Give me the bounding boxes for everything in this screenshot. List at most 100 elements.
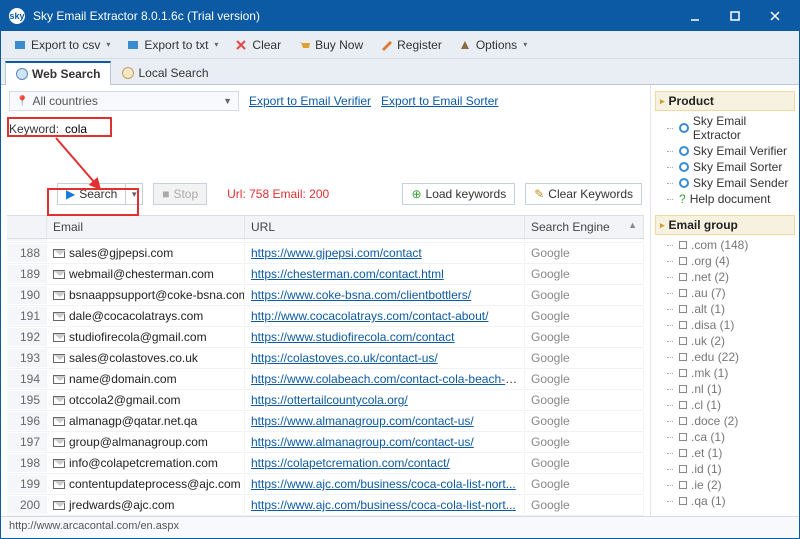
envelope-icon	[53, 333, 65, 342]
email-group-item[interactable]: .alt (1)	[655, 301, 795, 317]
email-group-item[interactable]: .doce (2)	[655, 413, 795, 429]
row-number: 198	[7, 454, 47, 472]
email-group-item[interactable]: .edu (22)	[655, 349, 795, 365]
cell-search-engine: Google	[525, 307, 644, 325]
envelope-icon	[53, 417, 65, 426]
minimize-button[interactable]	[675, 1, 715, 31]
table-row[interactable]: 188sales@gjpepsi.comhttps://www.gjpepsi.…	[7, 243, 644, 264]
email-group-item[interactable]: .mk (1)	[655, 365, 795, 381]
table-row[interactable]: 192studiofirecola@gmail.comhttps://www.s…	[7, 327, 644, 348]
product-item[interactable]: Sky Email Sorter	[655, 159, 795, 175]
export-to-verifier-link[interactable]: Export to Email Verifier	[249, 94, 371, 108]
result-url-link[interactable]: https://www.coke-bsna.com/clientbottlers…	[251, 288, 471, 302]
tab-web-search[interactable]: Web Search	[5, 61, 111, 85]
envelope-icon	[53, 459, 65, 468]
email-group-item[interactable]: .et (1)	[655, 445, 795, 461]
cell-email: almanagp@qatar.net.qa	[47, 412, 245, 430]
email-group-item[interactable]: .ca (1)	[655, 429, 795, 445]
result-url-link[interactable]: https://www.colabeach.com/contact-cola-b…	[251, 372, 518, 386]
result-url-link[interactable]: https://ottertailcountycola.org/	[251, 393, 408, 407]
export-to-sorter-link[interactable]: Export to Email Sorter	[381, 94, 498, 108]
email-group-item[interactable]: .qa (1)	[655, 493, 795, 509]
col-rownum[interactable]	[7, 216, 47, 238]
countries-dropdown[interactable]: 📍 All countries ▼	[9, 91, 239, 111]
tab-local-search[interactable]: Local Search	[111, 61, 219, 84]
result-url-link[interactable]: https://www.studiofirecola.com/contact	[251, 330, 454, 344]
grid-body[interactable]: 185customercare@bikeshare.iehttps://www.…	[7, 239, 644, 516]
clear-keywords-button[interactable]: ✎Clear Keywords	[525, 183, 642, 205]
search-dropdown-button[interactable]: ▼	[125, 183, 143, 205]
email-group-item[interactable]: .com (148)	[655, 237, 795, 253]
email-group-item[interactable]: .cl (1)	[655, 397, 795, 413]
col-url[interactable]: URL	[245, 216, 525, 238]
result-url-link[interactable]: https://colapetcremation.com/contact/	[251, 456, 450, 470]
clear-button[interactable]: Clear	[228, 36, 287, 54]
table-row[interactable]: 191dale@cocacolatrays.com http://www.coca…	[7, 306, 644, 327]
search-split-button: ▶Search ▼	[57, 183, 143, 205]
cell-email: dale@cocacolatrays.com	[47, 307, 245, 325]
product-item[interactable]: ?Help document	[655, 191, 795, 207]
product-item[interactable]: Sky Email Extractor	[655, 113, 795, 143]
product-section-title[interactable]: Product	[655, 91, 795, 111]
email-group-item[interactable]: .id (1)	[655, 461, 795, 477]
search-button[interactable]: ▶Search	[57, 183, 125, 205]
result-url-link[interactable]: https://www.gjpepsi.com/contact	[251, 246, 422, 260]
buy-now-button[interactable]: Buy Now	[291, 36, 369, 54]
table-row[interactable]: 197group@almanagroup.comhttps://www.alma…	[7, 432, 644, 453]
chevron-down-icon: ▼	[130, 190, 138, 199]
email-group-item[interactable]: .net (2)	[655, 269, 795, 285]
maximize-button[interactable]	[715, 1, 755, 31]
envelope-icon	[53, 438, 65, 447]
close-button[interactable]	[755, 1, 795, 31]
cell-search-engine: Google	[525, 349, 644, 367]
product-item[interactable]: Sky Email Sender	[655, 175, 795, 191]
globe-icon	[679, 178, 689, 188]
result-url-link[interactable]: http://www.cocacolatrays.com/contact-abo…	[251, 309, 488, 323]
table-row[interactable]: 195otccola2@gmail.comhttps://ottertailco…	[7, 390, 644, 411]
keyword-input[interactable]	[63, 121, 183, 137]
table-row[interactable]: 198info@colapetcremation.comhttps://cola…	[7, 453, 644, 474]
cell-url: https://www.almanagroup.com/contact-us/	[245, 433, 525, 451]
export-csv-button[interactable]: Export to csv▾	[7, 36, 116, 54]
col-search-engine[interactable]: Search Engine ▲	[525, 216, 644, 238]
help-icon: ?	[679, 192, 686, 206]
table-row[interactable]: 193sales@colastoves.co.ukhttps://colasto…	[7, 348, 644, 369]
cell-search-engine: Google	[525, 265, 644, 283]
email-group-item[interactable]: .disa (1)	[655, 317, 795, 333]
email-group-section-title[interactable]: Email group	[655, 215, 795, 235]
cell-url: https://www.gjpepsi.com/contact	[245, 239, 525, 241]
result-url-link[interactable]: https://chesterman.com/contact.html	[251, 267, 444, 281]
table-row[interactable]: 199contentupdateprocess@ajc.comhttps://w…	[7, 474, 644, 495]
table-row[interactable]: 200jredwards@ajc.comhttps://www.ajc.com/…	[7, 495, 644, 516]
stop-button[interactable]: ■Stop	[153, 183, 207, 205]
table-row[interactable]: 189webmail@chesterman.comhttps://chester…	[7, 264, 644, 285]
row-number: 193	[7, 349, 47, 367]
register-button[interactable]: Register	[373, 36, 448, 54]
options-button[interactable]: Options▾	[452, 36, 533, 54]
envelope-icon	[53, 375, 65, 384]
email-group-item[interactable]: .uk (2)	[655, 333, 795, 349]
export-txt-button[interactable]: Export to txt▾	[120, 36, 224, 54]
table-row[interactable]: 196almanagp@qatar.net.qahttps://www.alma…	[7, 411, 644, 432]
result-url-link[interactable]: https://www.ajc.com/business/coca-cola-l…	[251, 498, 516, 512]
grid-header: Email URL Search Engine ▲	[7, 216, 644, 239]
result-url-link[interactable]: https://www.almanagroup.com/contact-us/	[251, 414, 474, 428]
broom-icon: ✎	[534, 187, 544, 201]
globe-icon	[679, 146, 689, 156]
product-item[interactable]: Sky Email Verifier	[655, 143, 795, 159]
email-group-item[interactable]: .nl (1)	[655, 381, 795, 397]
cell-url: https://www.colabeach.com/contact-cola-b…	[245, 370, 525, 388]
email-group-item[interactable]: .au (7)	[655, 285, 795, 301]
load-keywords-button[interactable]: ⊕Load keywords	[402, 183, 515, 205]
result-url-link[interactable]: https://www.ajc.com/business/coca-cola-l…	[251, 477, 516, 491]
plus-icon: ⊕	[411, 187, 421, 201]
email-group-item[interactable]: .org (4)	[655, 253, 795, 269]
col-email[interactable]: Email	[47, 216, 245, 238]
cell-search-engine: Google	[525, 433, 644, 451]
table-row[interactable]: 194name@domain.comhttps://www.colabeach.…	[7, 369, 644, 390]
table-row[interactable]: 190bsnaappsupport@coke-bsna.comhttps://w…	[7, 285, 644, 306]
email-group-item[interactable]: .ie (2)	[655, 477, 795, 493]
result-url-link[interactable]: https://colastoves.co.uk/contact-us/	[251, 351, 438, 365]
row-number: 191	[7, 307, 47, 325]
result-url-link[interactable]: https://www.almanagroup.com/contact-us/	[251, 435, 474, 449]
